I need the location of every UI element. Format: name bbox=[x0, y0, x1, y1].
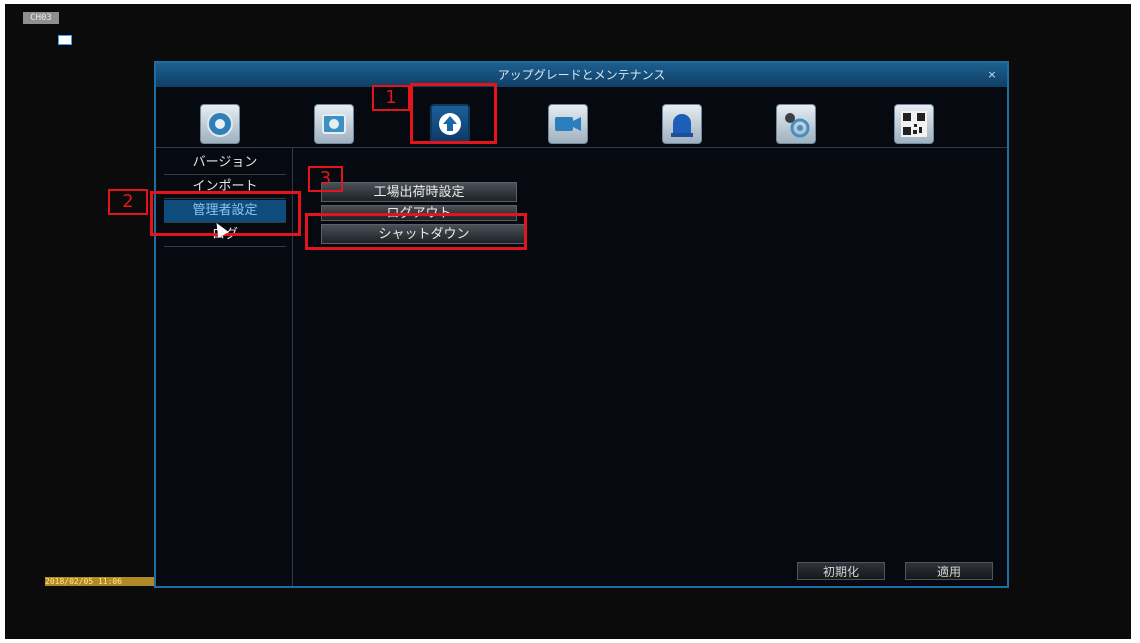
timestamp-overlay: 2018/02/05 11:06 bbox=[45, 577, 157, 586]
menu-item-version[interactable]: バージョン bbox=[164, 152, 286, 175]
close-button[interactable]: × bbox=[985, 63, 999, 87]
alarm-siren-icon[interactable] bbox=[662, 104, 702, 144]
annotation-number-1: 1 bbox=[372, 85, 410, 111]
menu-item-import[interactable]: インポート bbox=[164, 176, 286, 199]
factory-reset-button[interactable]: 工場出荷時設定 bbox=[321, 182, 517, 202]
category-icon-row bbox=[156, 87, 1007, 148]
logout-button[interactable]: ログアウト bbox=[321, 205, 517, 221]
settings-disc-icon[interactable] bbox=[200, 104, 240, 144]
menu-item-admin-settings[interactable]: 管理者設定 bbox=[164, 200, 286, 223]
upgrade-arrow-icon[interactable] bbox=[430, 104, 470, 144]
camera-status-icon bbox=[58, 35, 72, 45]
annotation-number-2: 2 bbox=[108, 189, 148, 215]
annotation-number-3: 3 bbox=[308, 166, 343, 192]
dialog-title: アップグレードとメンテナンス bbox=[497, 68, 666, 82]
dvr-screen: CH03 2018/02/05 11:06 アップグレードとメンテナンス × バ… bbox=[5, 4, 1131, 639]
system-gear-icon[interactable] bbox=[776, 104, 816, 144]
video-camera-icon[interactable] bbox=[548, 104, 588, 144]
left-menu: バージョン インポート 管理者設定 ログ bbox=[156, 148, 293, 586]
apply-button[interactable]: 適用 bbox=[905, 562, 993, 580]
dialog-title-bar: アップグレードとメンテナンス × bbox=[156, 63, 1007, 87]
upgrade-maintenance-dialog: アップグレードとメンテナンス × バージョン インポート 管理者設定 ログ 工場… bbox=[154, 61, 1009, 588]
channel-label: CH03 bbox=[23, 12, 59, 24]
shutdown-button[interactable]: シャットダウン bbox=[321, 224, 527, 244]
camera-record-icon[interactable] bbox=[314, 104, 354, 144]
initialize-button[interactable]: 初期化 bbox=[797, 562, 885, 580]
qr-code-icon[interactable] bbox=[894, 104, 934, 144]
